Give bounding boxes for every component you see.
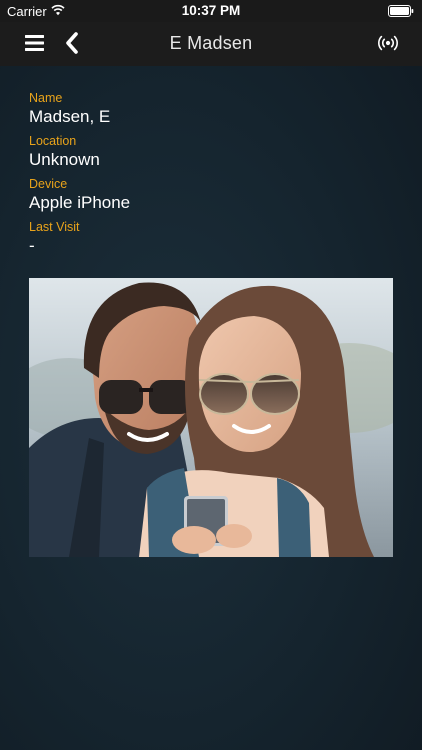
battery-icon [388,5,414,17]
last-visit-label: Last Visit [29,220,80,234]
status-time: 10:37 PM [181,3,241,18]
device-value: Apple iPhone [29,193,131,212]
name-value: Madsen, E [29,107,111,126]
location-value: Unknown [29,150,100,169]
visitor-details: Name Madsen, E Location Unknown Device A… [29,91,409,263]
page-title: E Madsen [169,33,253,53]
visitor-photo [29,278,393,557]
navigation-bar: E Madsen [0,22,422,66]
device-field: Device Apple iPhone [29,177,409,214]
device-label: Device [29,177,68,191]
location-field: Location Unknown [29,134,409,171]
photo-illustration [29,278,393,557]
name-label: Name [29,91,63,105]
last-visit-field: Last Visit - [29,220,409,257]
last-visit-value: - [29,236,35,255]
name-field: Name Madsen, E [29,91,409,128]
broadcast-icon[interactable] [378,35,398,51]
location-label: Location [29,134,77,148]
status-bar: Carrier 10:37 PM [0,0,422,22]
